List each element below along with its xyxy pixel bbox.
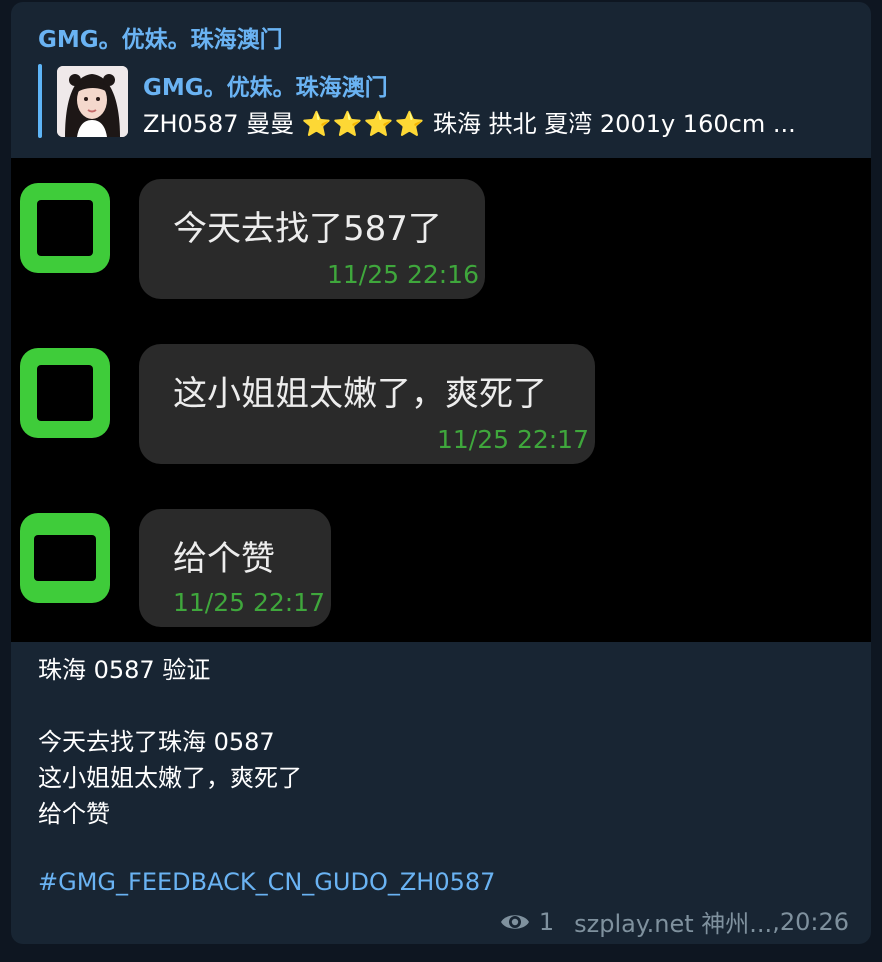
reply-accent-bar — [38, 64, 42, 138]
message-bubble[interactable]: GMG。优妹。珠海澳门 GMG。优妹。珠海澳门 ZH0587 曼曼 ⭐⭐⭐⭐ 珠… — [11, 2, 871, 944]
reply-snippet-prefix: ZH0587 曼曼 — [143, 110, 295, 138]
chat-avatar-icon — [20, 348, 110, 438]
portrait-image — [57, 66, 128, 137]
chat-avatar-icon — [20, 183, 110, 273]
chat-text: 这小姐姐太嫩了，爽死了 — [173, 374, 547, 414]
chat-bubble: 给个赞 11/25 22:17 — [139, 509, 331, 627]
chat-time: 11/25 22:16 — [326, 260, 479, 289]
attached-photo[interactable]: 今天去找了587了 11/25 22:16 这小姐姐太嫩了，爽死了 11/25 … — [11, 158, 871, 642]
hashtag-link[interactable]: #GMG_FEEDBACK_CN_GUDO_ZH0587 — [38, 868, 495, 896]
caption-line: 今天去找了珠海 0587 — [38, 728, 275, 756]
message-time: 20:26 — [779, 907, 849, 936]
chat-text: 给个赞 — [173, 539, 275, 579]
reply-snippet-suffix: 珠海 拱北 夏湾 2001y 160cm ... — [433, 110, 796, 138]
reply-preview[interactable]: GMG。优妹。珠海澳门 ZH0587 曼曼 ⭐⭐⭐⭐ 珠海 拱北 夏湾 2001… — [38, 64, 848, 138]
view-count: 1 — [538, 907, 555, 936]
caption-line: 珠海 0587 验证 — [38, 656, 211, 684]
post-signature: szplay.net 神州... — [574, 910, 773, 938]
chat-avatar-icon — [20, 513, 110, 603]
chat-time: 11/25 22:17 — [172, 588, 325, 617]
reply-title: GMG。优妹。珠海澳门 — [143, 75, 388, 101]
caption-line — [38, 688, 302, 724]
eye-icon — [500, 914, 529, 929]
reply-snippet: ZH0587 曼曼 ⭐⭐⭐⭐ 珠海 拱北 夏湾 2001y 160cm ... — [143, 104, 848, 139]
chat-bubble: 今天去找了587了 11/25 22:16 — [139, 179, 485, 299]
chat-time: 11/25 22:17 — [436, 425, 589, 454]
meta-separator: , — [772, 907, 780, 936]
reply-thumbnail — [57, 66, 128, 137]
caption-line: 给个赞 — [38, 800, 110, 828]
caption-line: 这小姐姐太嫩了，爽死了 — [38, 764, 302, 792]
message-meta: 1 szplay.net 神州... , 20:26 — [499, 904, 849, 939]
star-rating-icon: ⭐⭐⭐⭐ — [301, 110, 426, 138]
chat-bubble: 这小姐姐太嫩了，爽死了 11/25 22:17 — [139, 344, 595, 464]
caption-line — [38, 832, 302, 868]
chat-text: 今天去找了587了 — [173, 209, 442, 249]
author-name[interactable]: GMG。优妹。珠海澳门 — [38, 20, 283, 54]
message-caption: 珠海 0587 验证 今天去找了珠海 0587 这小姐姐太嫩了，爽死了 给个赞 — [38, 652, 302, 868]
